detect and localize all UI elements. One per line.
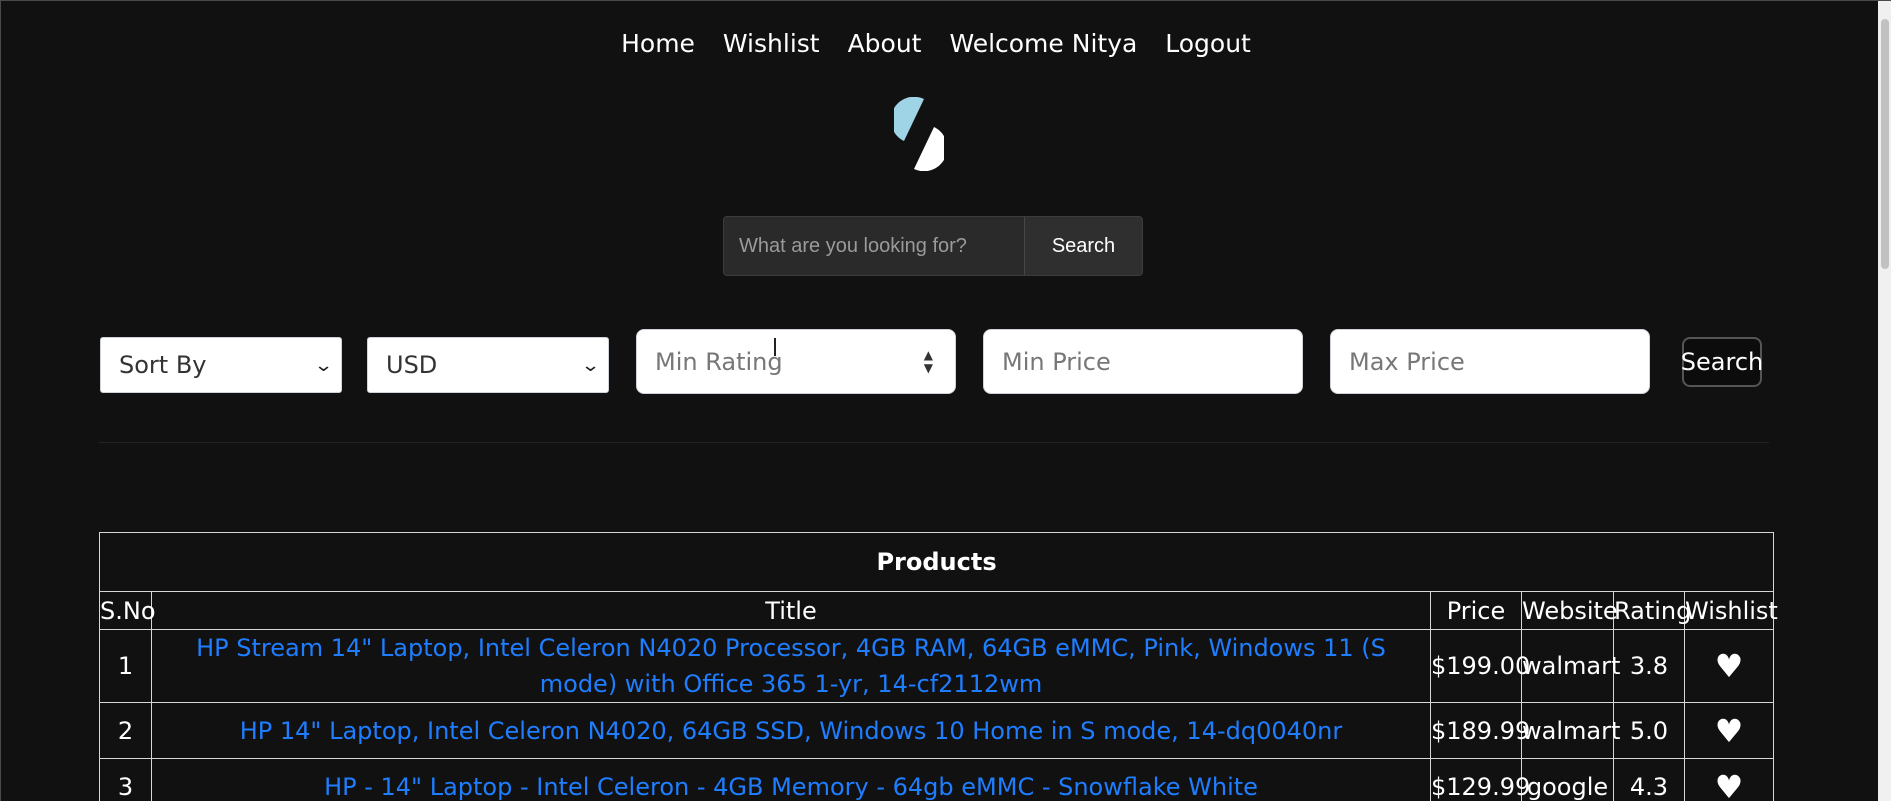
nav-home-link[interactable]: Home xyxy=(621,29,695,58)
nav-wishlist-link[interactable]: Wishlist xyxy=(723,29,820,58)
column-header-price: Price xyxy=(1430,591,1522,630)
search-bar: Search xyxy=(723,216,1143,276)
max-price-input[interactable]: Max Price xyxy=(1330,329,1650,394)
chevron-down-icon: ⌄ xyxy=(313,354,334,376)
site-logo[interactable] xyxy=(894,97,944,171)
row-sno: 3 xyxy=(99,758,152,801)
number-spinner[interactable]: ▲ ▼ xyxy=(924,349,933,375)
column-header-wishlist: Wishlist xyxy=(1683,591,1778,630)
min-rating-input[interactable]: Min Rating ▲ ▼ xyxy=(636,329,956,394)
row-website: walmart xyxy=(1521,702,1620,759)
spinner-down-icon[interactable]: ▼ xyxy=(924,362,933,375)
nav-about-link[interactable]: About xyxy=(848,29,922,58)
column-header-rating: Rating xyxy=(1613,591,1691,630)
nav-logout-link[interactable]: Logout xyxy=(1165,29,1251,58)
top-nav: Home Wishlist About Welcome Nitya Logout xyxy=(1,27,1871,61)
column-header-website: Website xyxy=(1521,591,1618,630)
products-table: Products S.No Title Price Website Rating… xyxy=(98,532,1778,801)
currency-value: USD xyxy=(386,351,438,379)
row-price: $129.99 xyxy=(1430,758,1530,801)
product-link[interactable]: HP Stream 14" Laptop, Intel Celeron N402… xyxy=(196,634,1386,698)
row-title-cell: HP - 14" Laptop - Intel Celeron - 4GB Me… xyxy=(151,758,1431,801)
column-header-sno: S.No xyxy=(99,591,156,630)
currency-select[interactable]: USD ⌄ xyxy=(367,337,609,393)
min-rating-placeholder: Min Rating xyxy=(655,347,783,376)
row-wishlist-cell: ♥ xyxy=(1683,629,1775,703)
row-rating: 4.3 xyxy=(1613,758,1685,801)
column-header-title: Title xyxy=(151,591,1431,630)
filter-search-button[interactable]: Search xyxy=(1681,337,1763,387)
row-price: $189.99 xyxy=(1430,702,1530,759)
max-price-placeholder: Max Price xyxy=(1349,347,1465,376)
divider xyxy=(99,442,1769,443)
chevron-down-icon: ⌄ xyxy=(580,354,601,376)
row-sno: 1 xyxy=(99,629,152,703)
heart-icon[interactable]: ♥ xyxy=(1715,647,1744,685)
row-sno: 2 xyxy=(99,702,152,759)
row-website: google xyxy=(1521,758,1614,801)
search-button[interactable]: Search xyxy=(1024,217,1142,275)
table-caption: Products xyxy=(98,532,1775,592)
table-row: 1 HP Stream 14" Laptop, Intel Celeron N4… xyxy=(99,629,1775,703)
sort-by-select[interactable]: Sort By ⌄ xyxy=(100,337,342,393)
search-input[interactable] xyxy=(724,217,1024,275)
row-rating: 3.8 xyxy=(1613,629,1685,703)
row-title-cell: HP Stream 14" Laptop, Intel Celeron N402… xyxy=(151,629,1431,703)
table-row: 2 HP 14" Laptop, Intel Celeron N4020, 64… xyxy=(99,702,1775,759)
min-price-input[interactable]: Min Price xyxy=(983,329,1303,394)
scrollbar-thumb[interactable] xyxy=(1881,19,1889,269)
heart-icon[interactable]: ♥ xyxy=(1715,712,1744,750)
product-link[interactable]: HP 14" Laptop, Intel Celeron N4020, 64GB… xyxy=(240,717,1343,745)
table-header-row: S.No Title Price Website Rating Wishlist xyxy=(99,591,1778,630)
row-wishlist-cell: ♥ xyxy=(1683,702,1775,759)
heart-icon[interactable]: ♥ xyxy=(1715,768,1744,801)
text-cursor-icon xyxy=(774,338,776,356)
row-rating: 5.0 xyxy=(1613,702,1685,759)
row-title-cell: HP 14" Laptop, Intel Celeron N4020, 64GB… xyxy=(151,702,1431,759)
page: Home Wishlist About Welcome Nitya Logout… xyxy=(0,0,1891,801)
product-link[interactable]: HP - 14" Laptop - Intel Celeron - 4GB Me… xyxy=(324,773,1258,801)
row-website: walmart xyxy=(1521,629,1620,703)
table-row: 3 HP - 14" Laptop - Intel Celeron - 4GB … xyxy=(99,758,1775,801)
nav-welcome-link[interactable]: Welcome Nitya xyxy=(949,29,1137,58)
row-wishlist-cell: ♥ xyxy=(1683,758,1775,801)
page-scrollbar[interactable] xyxy=(1878,1,1891,801)
min-price-placeholder: Min Price xyxy=(1002,347,1111,376)
sort-by-value: Sort By xyxy=(119,351,207,379)
row-price: $199.00 xyxy=(1430,629,1530,703)
